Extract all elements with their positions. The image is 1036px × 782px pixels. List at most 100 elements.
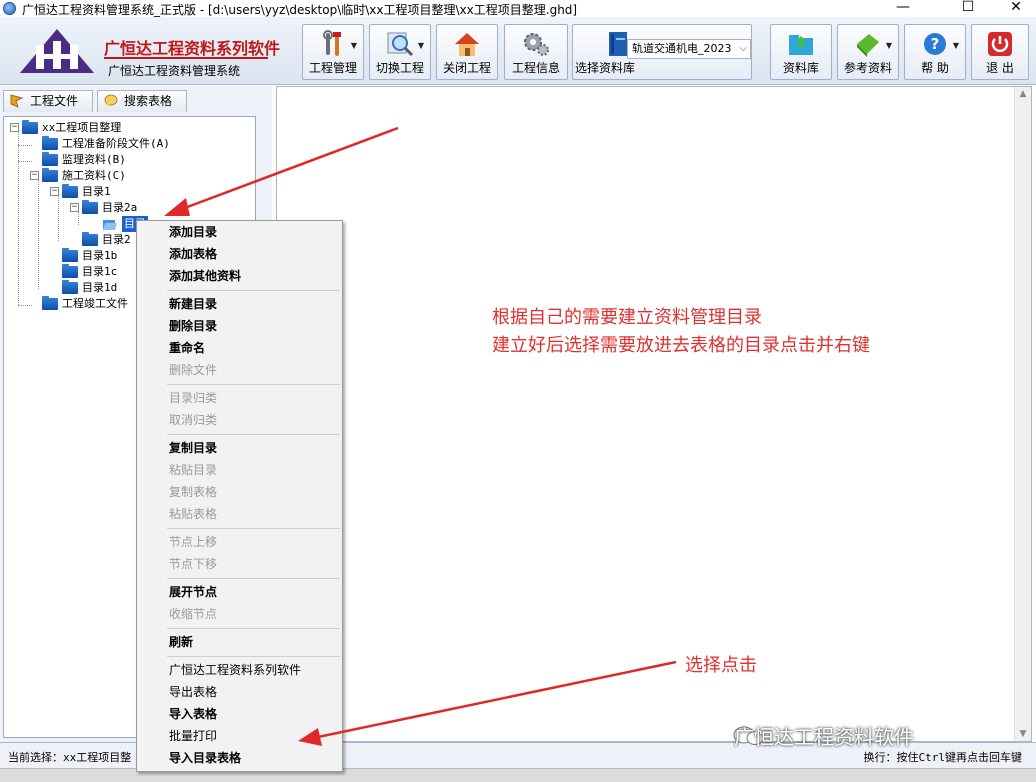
context-menu: 添加目录 添加表格 添加其他资料 新建目录 删除目录 重命名 删除文件 目录归类… bbox=[136, 220, 343, 772]
house-icon bbox=[455, 33, 479, 56]
close-window-button[interactable]: ✕ bbox=[996, 0, 1036, 17]
minimize-button[interactable]: — bbox=[883, 0, 923, 17]
tree-connector bbox=[18, 161, 32, 162]
menu-item-delete-file[interactable]: 删除文件 bbox=[139, 360, 340, 381]
scroll-up-icon[interactable]: ▲ bbox=[1015, 89, 1031, 99]
menu-item-paste-table[interactable]: 粘贴表格 bbox=[139, 504, 340, 525]
collapse-toggle-icon[interactable]: − bbox=[70, 203, 79, 212]
annotation-text: 根据自己的需要建立资料管理目录 bbox=[492, 307, 762, 328]
chevron-down-icon: ▼ bbox=[952, 41, 959, 50]
tree-node-label: 目录1d bbox=[82, 281, 118, 294]
menu-item-node-down[interactable]: 节点下移 bbox=[139, 554, 340, 575]
tab-label: 搜索表格 bbox=[124, 94, 173, 108]
library-button[interactable]: 资料库 bbox=[770, 24, 832, 80]
menu-item-copy-table[interactable]: 复制表格 bbox=[139, 482, 340, 503]
folder-icon bbox=[42, 152, 58, 166]
watermark-text: 广恒达工程资料软件 bbox=[734, 725, 914, 749]
menu-item-new-directory[interactable]: 新建目录 bbox=[139, 294, 340, 315]
menu-item-export-table[interactable]: 导出表格 bbox=[139, 682, 340, 703]
annotation-text: 选择点击 bbox=[685, 655, 757, 676]
folder-icon bbox=[42, 136, 58, 150]
menu-item-node-up[interactable]: 节点上移 bbox=[139, 532, 340, 553]
folder-icon bbox=[62, 184, 78, 198]
menu-item-add-other[interactable]: 添加其他资料 bbox=[139, 266, 340, 287]
menu-item-paste-directory[interactable]: 粘贴目录 bbox=[139, 460, 340, 481]
menu-item-refresh[interactable]: 刷新 bbox=[139, 632, 340, 653]
title-bar: 广恒达工程资料管理系统_正式版 - [d:\users\yyz\desktop\… bbox=[0, 0, 1036, 17]
exit-button[interactable]: 退 出 bbox=[971, 24, 1029, 80]
annotation-text: 建立好后选择需要放进去表格的目录点击并右键 bbox=[492, 335, 870, 356]
toolbar: 广恒达工程资料系列软件 广恒达工程资料管理系统 ▼ 工程管理 ▼ 切换工程 关闭… bbox=[0, 17, 1036, 85]
menu-item-import-directory-table[interactable]: 导入目录表格 bbox=[139, 748, 340, 769]
tree-node-label: 目录1 bbox=[82, 185, 111, 198]
collapse-toggle-icon[interactable]: − bbox=[10, 123, 19, 132]
app-icon bbox=[3, 2, 16, 15]
menu-item-software-series[interactable]: 广恒达工程资料系列软件 bbox=[139, 660, 340, 681]
menu-item-delete-directory[interactable]: 删除目录 bbox=[139, 316, 340, 337]
collapse-toggle-icon[interactable]: − bbox=[30, 171, 39, 180]
folder-icon bbox=[82, 232, 98, 246]
menu-separator bbox=[167, 290, 340, 291]
menu-item-rename[interactable]: 重命名 bbox=[139, 338, 340, 359]
menu-separator bbox=[167, 528, 340, 529]
status-current-selection: 当前选择：xx工程项目整 bbox=[8, 751, 132, 764]
reference-button[interactable]: ▼ 参考资料 bbox=[837, 24, 899, 80]
menu-item-unclassify[interactable]: 取消归类 bbox=[139, 410, 340, 431]
menu-separator bbox=[167, 434, 340, 435]
toolbar-label: 工程信息 bbox=[511, 61, 560, 75]
menu-separator bbox=[167, 656, 340, 657]
chevron-down-icon: ▼ bbox=[885, 41, 892, 50]
folder-icon bbox=[62, 280, 78, 294]
project-manage-button[interactable]: ▼ 工程管理 bbox=[302, 24, 364, 80]
folder-icon bbox=[42, 168, 58, 182]
tree-node-label: 目录1c bbox=[82, 265, 118, 278]
library-select[interactable]: 轨道交通机电_2023 ⌵ bbox=[627, 39, 751, 59]
tree-node-label: 目录2 bbox=[102, 233, 131, 246]
vertical-scrollbar[interactable]: ▲ ▼ bbox=[1014, 87, 1031, 741]
menu-item-import-table[interactable]: 导入表格 bbox=[139, 704, 340, 725]
menu-item-batch-print[interactable]: 批量打印 bbox=[139, 726, 340, 747]
close-project-button[interactable]: 关闭工程 bbox=[436, 24, 498, 80]
switch-project-button[interactable]: ▼ 切换工程 bbox=[369, 24, 431, 80]
menu-item-add-directory[interactable]: 添加目录 bbox=[139, 222, 340, 243]
tree-node-label: 目录1b bbox=[82, 249, 118, 262]
power-icon bbox=[988, 32, 1012, 56]
folder-icon bbox=[22, 120, 38, 134]
help-icon: ? bbox=[924, 33, 946, 55]
help-button[interactable]: ? ▼ 帮 助 bbox=[904, 24, 966, 80]
magnifier-icon bbox=[387, 32, 414, 57]
menu-item-classify[interactable]: 目录归类 bbox=[139, 388, 340, 409]
toolbar-label: 选择资料库 bbox=[575, 61, 636, 75]
menu-separator bbox=[167, 578, 340, 579]
folder-icon bbox=[82, 200, 98, 214]
wrench-tools-icon bbox=[323, 30, 341, 56]
window-title: 广恒达工程资料管理系统_正式版 - [d:\users\yyz\desktop\… bbox=[22, 3, 578, 17]
tab-search-tables[interactable]: 搜索表格 bbox=[97, 90, 187, 112]
tree-node-label: 监理资料(B) bbox=[62, 153, 126, 166]
brand-underline bbox=[104, 57, 268, 59]
main-content-area[interactable]: ▲ ▼ 根据自己的需要建立资料管理目录 建立好后选择需要放进去表格的目录点击并右… bbox=[276, 86, 1032, 742]
tree-connector bbox=[58, 193, 59, 241]
status-hint: 换行：按住Ctrl键再点击回车键 bbox=[863, 751, 1023, 764]
menu-item-expand-node[interactable]: 展开节点 bbox=[139, 582, 340, 603]
green-book-icon bbox=[857, 34, 879, 57]
collapse-toggle-icon[interactable]: − bbox=[50, 187, 59, 196]
folder-icon bbox=[42, 296, 58, 310]
menu-item-collapse-node[interactable]: 收缩节点 bbox=[139, 604, 340, 625]
tree-connector bbox=[18, 305, 32, 306]
toolbar-label: 参考资料 bbox=[843, 61, 892, 75]
menu-item-copy-directory[interactable]: 复制目录 bbox=[139, 438, 340, 459]
tree-connector bbox=[18, 131, 19, 305]
tree-node-label: xx工程项目整理 bbox=[42, 121, 122, 134]
gear-icon bbox=[524, 33, 549, 56]
chevron-down-icon: ▼ bbox=[350, 41, 357, 50]
maximize-button[interactable]: ☐ bbox=[948, 0, 988, 17]
chevron-down-icon: ⌵ bbox=[739, 43, 747, 54]
folder-icon bbox=[62, 248, 78, 262]
scroll-down-icon[interactable]: ▼ bbox=[1015, 729, 1031, 739]
menu-item-add-table[interactable]: 添加表格 bbox=[139, 244, 340, 265]
tab-project-files[interactable]: 工程文件 bbox=[3, 90, 93, 112]
project-info-button[interactable]: 工程信息 bbox=[504, 24, 568, 80]
toolbar-label: 工程管理 bbox=[308, 61, 357, 75]
tree-connector bbox=[38, 177, 39, 289]
